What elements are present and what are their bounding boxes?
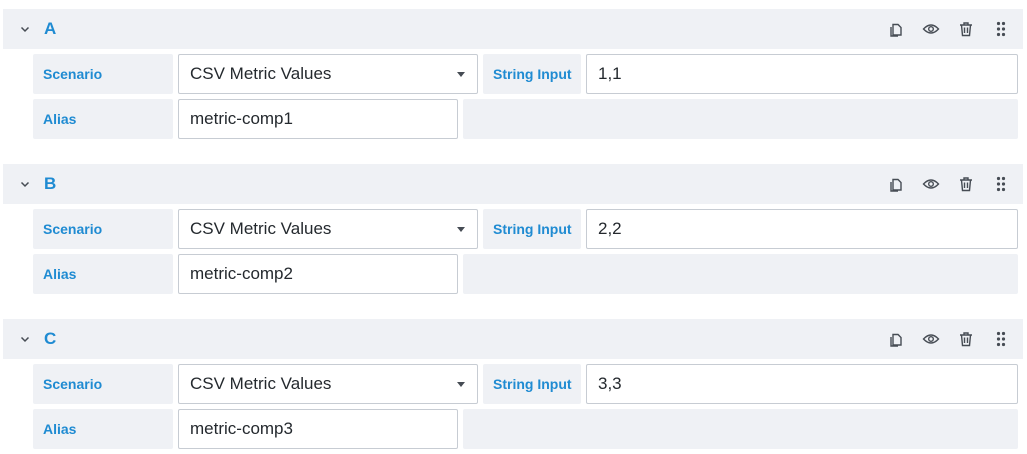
eye-icon[interactable] <box>921 329 941 349</box>
string-input-field[interactable]: 1,1 <box>586 54 1018 94</box>
scenario-select[interactable]: CSV Metric Values <box>178 54 478 94</box>
query-ref-id[interactable]: B <box>44 174 56 194</box>
query-ref-id[interactable]: A <box>44 19 56 39</box>
alias-label: Alias <box>33 99 173 139</box>
trash-icon[interactable] <box>956 329 976 349</box>
eye-icon[interactable] <box>921 19 941 39</box>
query-ref-id[interactable]: C <box>44 329 56 349</box>
query-header[interactable]: C <box>3 319 1023 359</box>
caret-down-icon <box>457 382 465 387</box>
alias-input[interactable]: metric-comp1 <box>178 99 458 139</box>
caret-down-icon <box>457 72 465 77</box>
scenario-select-value: CSV Metric Values <box>190 219 332 238</box>
alias-label: Alias <box>33 254 173 294</box>
string-input-label: String Input <box>483 364 581 404</box>
string-input-label: String Input <box>483 54 581 94</box>
string-input-field[interactable]: 2,2 <box>586 209 1018 249</box>
scenario-select-value: CSV Metric Values <box>190 64 332 83</box>
empty-filler <box>463 99 1018 139</box>
query-header[interactable]: B <box>3 164 1023 204</box>
trash-icon[interactable] <box>956 174 976 194</box>
query-actions <box>886 164 1023 204</box>
eye-icon[interactable] <box>921 174 941 194</box>
alias-label: Alias <box>33 409 173 449</box>
duplicate-icon[interactable] <box>886 329 906 349</box>
query-actions <box>886 319 1023 359</box>
drag-handle-icon[interactable] <box>991 329 1011 349</box>
trash-icon[interactable] <box>956 19 976 39</box>
chevron-down-icon[interactable] <box>16 330 34 348</box>
chevron-down-icon[interactable] <box>16 20 34 38</box>
scenario-select[interactable]: CSV Metric Values <box>178 364 478 404</box>
query-actions <box>886 9 1023 49</box>
scenario-label: Scenario <box>33 54 173 94</box>
empty-filler <box>463 409 1018 449</box>
duplicate-icon[interactable] <box>886 174 906 194</box>
caret-down-icon <box>457 227 465 232</box>
string-input-field[interactable]: 3,3 <box>586 364 1018 404</box>
chevron-down-icon[interactable] <box>16 175 34 193</box>
alias-input[interactable]: metric-comp3 <box>178 409 458 449</box>
scenario-label: Scenario <box>33 209 173 249</box>
duplicate-icon[interactable] <box>886 19 906 39</box>
scenario-select-value: CSV Metric Values <box>190 374 332 393</box>
scenario-label: Scenario <box>33 364 173 404</box>
empty-filler <box>463 254 1018 294</box>
string-input-label: String Input <box>483 209 581 249</box>
query-header[interactable]: A <box>3 9 1023 49</box>
drag-handle-icon[interactable] <box>991 19 1011 39</box>
drag-handle-icon[interactable] <box>991 174 1011 194</box>
scenario-select[interactable]: CSV Metric Values <box>178 209 478 249</box>
alias-input[interactable]: metric-comp2 <box>178 254 458 294</box>
